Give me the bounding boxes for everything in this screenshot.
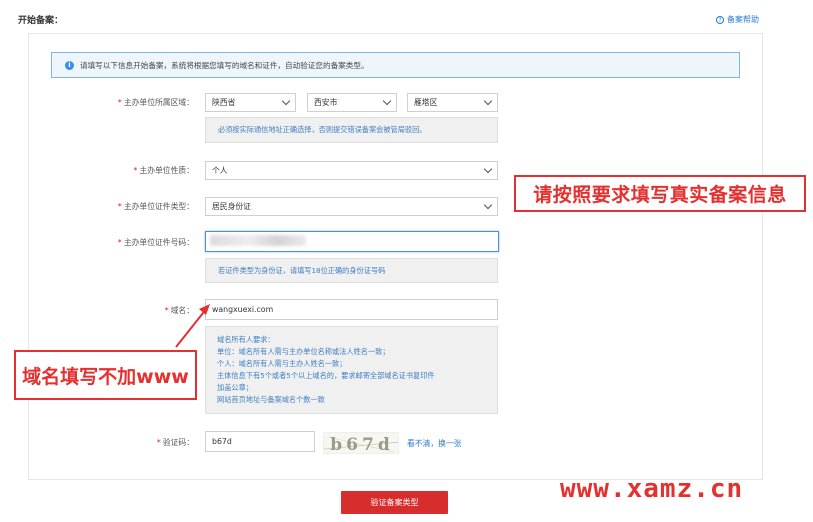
rule-line: 个人：域名所有人需与主办人姓名一致； [217, 359, 347, 368]
region-hint: 必须按实际通信地址正确选择，否则提交错误备案会被管局驳回。 [205, 117, 498, 143]
domain-label: * 域名： [164, 306, 194, 315]
province-value: 陕西省 [212, 98, 236, 107]
notice-text: 请填写以下信息开始备案，系统将根据您填写的域名和证件，自动验证您的备案类型。 [80, 60, 369, 70]
rule-line: 网站首页地址与备案域名个数一致 [217, 395, 325, 404]
rule-line: 域名所有人要求： [217, 335, 275, 344]
cert-number-hint: 若证件类型为身份证，请填写18位正确的身份证号码 [205, 258, 498, 283]
cert-type-label: * 主办单位证件类型： [117, 202, 194, 211]
info-notice: i 请填写以下信息开始备案，系统将根据您填写的域名和证件，自动验证您的备案类型。 [51, 52, 740, 78]
captcha-value: b67d [212, 437, 232, 446]
rule-line: 单位：域名所有人需与主办单位名称或法人姓名一致； [217, 347, 390, 356]
refresh-captcha-link[interactable]: 看不清，换一张 [407, 438, 462, 449]
help-link[interactable]: ? 备案帮助 [716, 14, 759, 25]
province-select[interactable]: 陕西省 [205, 93, 296, 112]
district-value: 雁塔区 [414, 98, 438, 107]
annotation-right: 请按照要求填写真实备案信息 [514, 175, 806, 212]
nature-label: * 主办单位性质： [133, 166, 194, 175]
question-circle-icon: ? [716, 15, 724, 24]
chevron-down-icon [382, 96, 392, 106]
rule-line: 加盖公章； [217, 383, 253, 392]
chevron-down-icon [483, 96, 493, 106]
help-link-label: 备案帮助 [727, 15, 759, 24]
info-icon: i [65, 60, 74, 70]
chevron-down-icon [483, 164, 493, 174]
city-select[interactable]: 西安市 [307, 93, 397, 112]
annotation-arrow [175, 304, 210, 348]
domain-value: wangxuexi.com [212, 305, 274, 314]
city-value: 西安市 [314, 98, 338, 107]
annotation-left: 域名填写不加www [14, 350, 197, 400]
watermark: www.xamz.cn [560, 474, 744, 504]
domain-rules: 域名所有人要求： 单位：域名所有人需与主办单位名称或法人姓名一致； 个人：域名所… [205, 326, 498, 414]
chevron-down-icon [483, 200, 493, 210]
cert-type-select[interactable]: 居民身份证 [205, 197, 498, 216]
redaction-blur [210, 235, 306, 246]
submit-button[interactable]: 验证备案类型 [341, 491, 448, 514]
nature-select[interactable]: 个人 [205, 161, 498, 180]
region-label: * 主办单位所属区域： [117, 98, 194, 107]
captcha-label: * 验证码： [156, 438, 194, 447]
nature-value: 个人 [212, 166, 228, 175]
captcha-text: b67d [330, 435, 393, 454]
domain-input[interactable]: wangxuexi.com [205, 299, 498, 320]
page-title: 开始备案： [18, 16, 64, 26]
captcha-image[interactable]: b67d [323, 432, 399, 454]
rule-line: 主体信息下有5个或者5个以上域名的，要求邮寄全部域名证书复印件 [217, 371, 435, 380]
cert-type-value: 居民身份证 [212, 202, 251, 211]
district-select[interactable]: 雁塔区 [407, 93, 498, 112]
cert-number-label: * 主办单位证件号码： [117, 238, 194, 247]
chevron-down-icon [281, 96, 291, 106]
captcha-input[interactable]: b67d [205, 431, 315, 452]
